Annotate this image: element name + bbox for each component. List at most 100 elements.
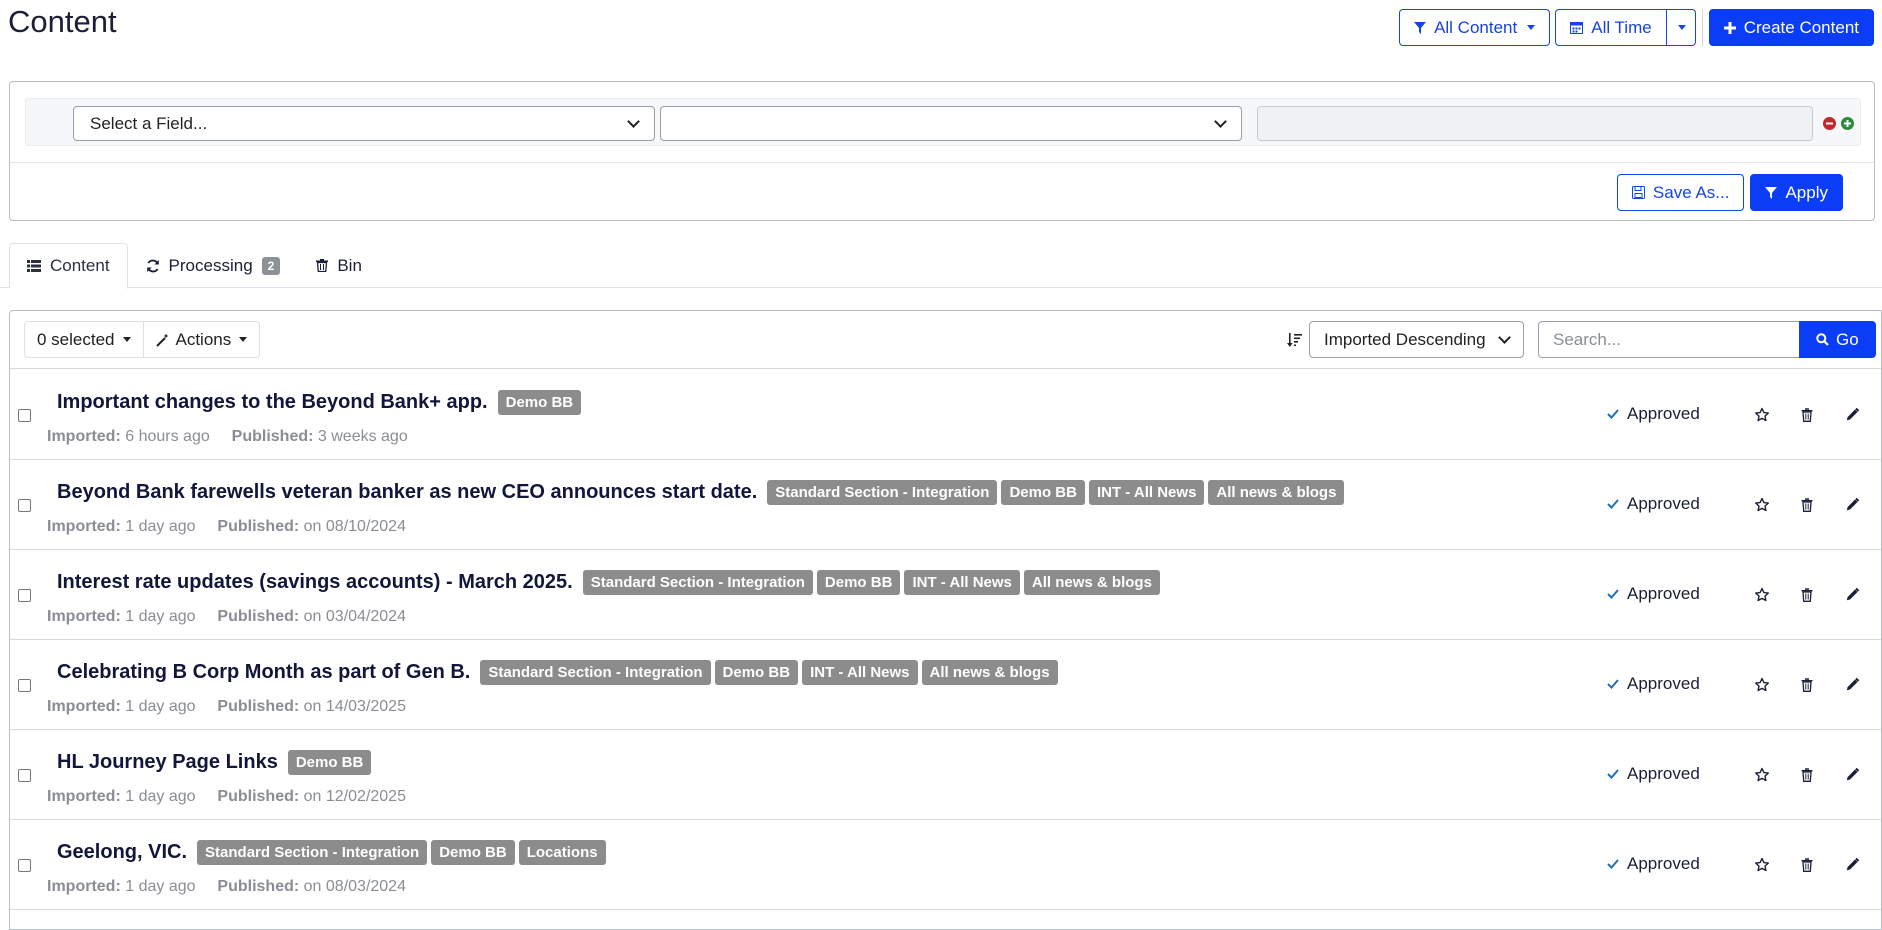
tab-content-label: Content [50,256,110,275]
row-checkbox[interactable] [18,589,31,602]
content-row[interactable]: HL Journey Page Links Demo BB Imported: … [10,730,1881,820]
row-title[interactable]: Beyond Bank farewells veteran banker as … [57,481,757,504]
status-label: Approved [1627,764,1700,783]
status-label: Approved [1627,494,1700,513]
trash-icon[interactable] [1799,497,1815,513]
row-checkbox[interactable] [18,769,31,782]
published-label: Published: [217,608,300,625]
edit-icon[interactable] [1844,767,1860,783]
trash-icon[interactable] [1799,767,1815,783]
trash-icon[interactable] [1799,857,1815,873]
star-icon[interactable] [1754,497,1770,513]
edit-icon[interactable] [1844,497,1860,513]
bulk-actions-group: 0 selected Actions [24,321,261,358]
sort-select[interactable]: Imported Descending [1309,321,1524,358]
search-input[interactable] [1538,321,1799,358]
chevron-down-icon [627,114,640,128]
page-title: Content [8,4,117,39]
filter-actions: Save As... Apply [1616,174,1843,211]
row-checkbox[interactable] [18,859,31,872]
save-as-button[interactable]: Save As... [1616,174,1745,211]
tag-badge: All news & blogs [921,660,1058,685]
imported-label: Imported: [47,878,121,895]
imported-value: 1 day ago [125,518,196,535]
save-as-label: Save As... [1652,182,1730,202]
content-row[interactable]: Geelong, VIC. Standard Section - Integra… [10,820,1881,910]
go-button[interactable]: Go [1799,321,1876,358]
trash-icon[interactable] [1799,677,1815,693]
edit-icon[interactable] [1844,407,1860,423]
row-checkbox[interactable] [18,409,31,422]
row-title[interactable]: Geelong, VIC. [57,841,187,864]
tag-badge: All news & blogs [1208,480,1345,505]
chevron-down-icon [122,337,131,342]
row-meta: Imported: 1 day ago Published: on 08/03/… [47,878,406,896]
filter-icon [1765,186,1778,199]
edit-icon[interactable] [1844,677,1860,693]
star-icon[interactable] [1754,767,1770,783]
row-title[interactable]: Important changes to the Beyond Bank+ ap… [57,391,488,414]
published-value: on 08/10/2024 [303,518,406,535]
trash-icon[interactable] [1799,587,1815,603]
status-label: Approved [1627,584,1700,603]
tabs: Content Processing 2 Bin [9,243,380,289]
trash-icon[interactable] [1799,407,1815,423]
content-row[interactable]: Beyond Bank farewells veteran banker as … [10,460,1881,550]
tag-badge: All news & blogs [1023,570,1160,595]
status-indicator: Approved [1607,584,1700,604]
row-title[interactable]: Celebrating B Corp Month as part of Gen … [57,661,470,684]
row-title[interactable]: HL Journey Page Links [57,751,278,774]
row-checkbox[interactable] [18,679,31,692]
all-time-label: All Time [1591,17,1652,37]
tab-bin-label: Bin [337,255,362,275]
tab-processing[interactable]: Processing 2 [128,243,299,288]
actions-dropdown[interactable]: Actions [143,321,261,358]
row-title-line: HL Journey Page Links Demo BB [57,750,372,775]
content-row[interactable]: Important changes to the Beyond Bank+ ap… [10,370,1881,460]
time-range-group: All Time [1555,9,1696,46]
tag-badge: INT - All News [904,570,1020,595]
header-actions: All Content All Time Create Content [1399,9,1874,46]
filter-value-input[interactable] [1257,106,1813,141]
row-title[interactable]: Interest rate updates (savings accounts)… [57,571,573,594]
selection-dropdown[interactable]: 0 selected [24,321,144,358]
field-select[interactable]: Select a Field... [73,106,655,141]
apply-button[interactable]: Apply [1750,174,1843,211]
selection-label: 0 selected [37,329,115,349]
content-row[interactable]: Celebrating B Corp Month as part of Gen … [10,640,1881,730]
chevron-down-icon [1214,114,1227,128]
create-content-button[interactable]: Create Content [1708,9,1874,46]
row-meta: Imported: 1 day ago Published: on 12/02/… [47,788,406,806]
filter-row: Select a Field... [25,98,1861,146]
status-label: Approved [1627,854,1700,873]
chevron-down-icon [1527,25,1536,30]
status-indicator: Approved [1607,404,1700,424]
star-icon[interactable] [1754,587,1770,603]
remove-condition-icon[interactable] [1823,117,1836,130]
edit-icon[interactable] [1844,587,1860,603]
imported-label: Imported: [47,788,121,805]
star-icon[interactable] [1754,407,1770,423]
check-icon [1607,409,1619,419]
tag-badge: Demo BB [431,840,515,865]
star-icon[interactable] [1754,677,1770,693]
add-condition-icon[interactable] [1841,117,1854,130]
time-range-dropdown-toggle[interactable] [1666,9,1696,46]
row-checkbox[interactable] [18,499,31,512]
content-row[interactable]: Interest rate updates (savings accounts)… [10,550,1881,640]
tag-badge: INT - All News [1088,480,1205,505]
tag-badge: Standard Section - Integration [582,570,813,595]
edit-icon[interactable] [1844,857,1860,873]
all-content-filter-button[interactable]: All Content [1399,9,1551,46]
operator-select[interactable] [660,106,1242,141]
row-meta: Imported: 1 day ago Published: on 08/10/… [47,518,406,536]
all-time-button[interactable]: All Time [1555,9,1667,46]
tab-content[interactable]: Content [9,243,128,289]
imported-value: 1 day ago [125,878,196,895]
star-icon[interactable] [1754,857,1770,873]
tab-bin[interactable]: Bin [298,243,380,288]
row-title-line: Important changes to the Beyond Bank+ ap… [57,390,582,415]
check-icon [1607,499,1619,509]
published-value: on 03/04/2024 [303,608,406,625]
imported-value: 1 day ago [125,698,196,715]
